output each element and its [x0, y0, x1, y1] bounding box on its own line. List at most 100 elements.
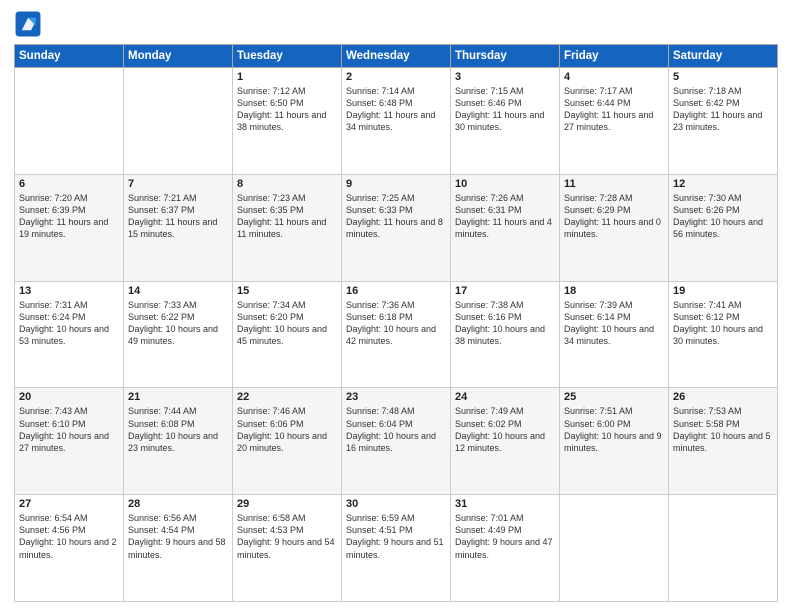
day-number: 25 — [564, 391, 664, 403]
day-number: 12 — [673, 178, 773, 190]
calendar-cell: 2 Sunrise: 7:14 AM Sunset: 6:48 PM Daylig… — [342, 68, 451, 175]
day-detail: Sunrise: 7:38 AM Sunset: 6:16 PM Dayligh… — [455, 299, 555, 348]
day-detail: Sunrise: 7:44 AM Sunset: 6:08 PM Dayligh… — [128, 405, 228, 454]
logo-icon — [14, 10, 42, 38]
day-of-week-header: Wednesday — [342, 45, 451, 68]
calendar-cell: 22 Sunrise: 7:46 AM Sunset: 6:06 PM Dayli… — [233, 388, 342, 495]
calendar-cell: 9 Sunrise: 7:25 AM Sunset: 6:33 PM Daylig… — [342, 174, 451, 281]
day-detail: Sunrise: 7:18 AM Sunset: 6:42 PM Dayligh… — [673, 85, 773, 134]
logo — [14, 10, 46, 38]
day-detail: Sunrise: 6:56 AM Sunset: 4:54 PM Dayligh… — [128, 512, 228, 561]
calendar-cell: 31 Sunrise: 7:01 AM Sunset: 4:49 PM Dayli… — [451, 495, 560, 602]
calendar-cell: 3 Sunrise: 7:15 AM Sunset: 6:46 PM Daylig… — [451, 68, 560, 175]
calendar-cell — [124, 68, 233, 175]
day-number: 20 — [19, 391, 119, 403]
calendar-cell: 18 Sunrise: 7:39 AM Sunset: 6:14 PM Dayli… — [560, 281, 669, 388]
day-detail: Sunrise: 7:36 AM Sunset: 6:18 PM Dayligh… — [346, 299, 446, 348]
calendar-cell: 11 Sunrise: 7:28 AM Sunset: 6:29 PM Dayli… — [560, 174, 669, 281]
calendar-cell: 7Sunrise: 7:21 AM Sunset: 6:37 PM Daylig… — [124, 174, 233, 281]
day-number: 18 — [564, 285, 664, 297]
day-number: 29 — [237, 498, 337, 510]
day-detail: Sunrise: 7:49 AM Sunset: 6:02 PM Dayligh… — [455, 405, 555, 454]
day-number: 28 — [128, 498, 228, 510]
day-number: 7 — [128, 178, 228, 190]
day-number: 22 — [237, 391, 337, 403]
calendar-cell: 24 Sunrise: 7:49 AM Sunset: 6:02 PM Dayli… — [451, 388, 560, 495]
calendar-table: SundayMondayTuesdayWednesdayThursdayFrid… — [14, 44, 778, 602]
day-detail: Sunrise: 7:33 AM Sunset: 6:22 PM Dayligh… — [128, 299, 228, 348]
day-detail: Sunrise: 7:48 AM Sunset: 6:04 PM Dayligh… — [346, 405, 446, 454]
day-detail: Sunrise: 7:39 AM Sunset: 6:14 PM Dayligh… — [564, 299, 664, 348]
day-number: 16 — [346, 285, 446, 297]
day-detail: Sunrise: 7:31 AM Sunset: 6:24 PM Dayligh… — [19, 299, 119, 348]
calendar-cell: 10 Sunrise: 7:26 AM Sunset: 6:31 PM Dayli… — [451, 174, 560, 281]
day-number: 4 — [564, 71, 664, 83]
day-detail: Sunrise: 7:20 AM Sunset: 6:39 PM Dayligh… — [19, 192, 119, 241]
day-number: 24 — [455, 391, 555, 403]
day-detail: Sunrise: 7:41 AM Sunset: 6:12 PM Dayligh… — [673, 299, 773, 348]
day-number: 23 — [346, 391, 446, 403]
calendar-cell: 19 Sunrise: 7:41 AM Sunset: 6:12 PM Dayli… — [669, 281, 778, 388]
day-of-week-header: Thursday — [451, 45, 560, 68]
day-number: 1 — [237, 71, 337, 83]
calendar-cell: 17 Sunrise: 7:38 AM Sunset: 6:16 PM Dayli… — [451, 281, 560, 388]
day-detail: Sunrise: 6:54 AM Sunset: 4:56 PM Dayligh… — [19, 512, 119, 561]
calendar-cell — [669, 495, 778, 602]
calendar-cell: 26 Sunrise: 7:53 AM Sunset: 5:58 PM Dayli… — [669, 388, 778, 495]
day-number: 8 — [237, 178, 337, 190]
day-detail: Sunrise: 7:01 AM Sunset: 4:49 PM Dayligh… — [455, 512, 555, 561]
day-number: 9 — [346, 178, 446, 190]
calendar-cell: 6Sunrise: 7:20 AM Sunset: 6:39 PM Daylig… — [15, 174, 124, 281]
day-number: 3 — [455, 71, 555, 83]
calendar-cell: 14 Sunrise: 7:33 AM Sunset: 6:22 PM Dayli… — [124, 281, 233, 388]
calendar-cell: 8 Sunrise: 7:23 AM Sunset: 6:35 PM Daylig… — [233, 174, 342, 281]
day-detail: Sunrise: 7:46 AM Sunset: 6:06 PM Dayligh… — [237, 405, 337, 454]
day-detail: Sunrise: 7:26 AM Sunset: 6:31 PM Dayligh… — [455, 192, 555, 241]
calendar-cell: 12 Sunrise: 7:30 AM Sunset: 6:26 PM Dayli… — [669, 174, 778, 281]
day-number: 21 — [128, 391, 228, 403]
calendar-cell: 28 Sunrise: 6:56 AM Sunset: 4:54 PM Dayli… — [124, 495, 233, 602]
day-detail: Sunrise: 7:14 AM Sunset: 6:48 PM Dayligh… — [346, 85, 446, 134]
calendar-cell: 4 Sunrise: 7:17 AM Sunset: 6:44 PM Daylig… — [560, 68, 669, 175]
day-number: 17 — [455, 285, 555, 297]
day-of-week-header: Saturday — [669, 45, 778, 68]
day-number: 14 — [128, 285, 228, 297]
day-number: 5 — [673, 71, 773, 83]
day-detail: Sunrise: 7:28 AM Sunset: 6:29 PM Dayligh… — [564, 192, 664, 241]
day-detail: Sunrise: 7:23 AM Sunset: 6:35 PM Dayligh… — [237, 192, 337, 241]
day-detail: Sunrise: 7:25 AM Sunset: 6:33 PM Dayligh… — [346, 192, 446, 241]
day-detail: Sunrise: 7:53 AM Sunset: 5:58 PM Dayligh… — [673, 405, 773, 454]
calendar-cell: 5 Sunrise: 7:18 AM Sunset: 6:42 PM Daylig… — [669, 68, 778, 175]
day-number: 15 — [237, 285, 337, 297]
calendar-cell: 30 Sunrise: 6:59 AM Sunset: 4:51 PM Dayli… — [342, 495, 451, 602]
calendar-cell: 29Sunrise: 6:58 AM Sunset: 4:53 PM Dayli… — [233, 495, 342, 602]
day-of-week-header: Monday — [124, 45, 233, 68]
day-of-week-header: Sunday — [15, 45, 124, 68]
day-number: 27 — [19, 498, 119, 510]
calendar-cell: 21 Sunrise: 7:44 AM Sunset: 6:08 PM Dayli… — [124, 388, 233, 495]
day-detail: Sunrise: 7:17 AM Sunset: 6:44 PM Dayligh… — [564, 85, 664, 134]
day-number: 2 — [346, 71, 446, 83]
day-number: 11 — [564, 178, 664, 190]
calendar-cell — [15, 68, 124, 175]
day-detail: Sunrise: 7:15 AM Sunset: 6:46 PM Dayligh… — [455, 85, 555, 134]
day-number: 10 — [455, 178, 555, 190]
day-detail: Sunrise: 7:43 AM Sunset: 6:10 PM Dayligh… — [19, 405, 119, 454]
header — [14, 10, 778, 38]
day-number: 31 — [455, 498, 555, 510]
day-of-week-header: Tuesday — [233, 45, 342, 68]
calendar-cell: 15Sunrise: 7:34 AM Sunset: 6:20 PM Dayli… — [233, 281, 342, 388]
calendar-cell: 27 Sunrise: 6:54 AM Sunset: 4:56 PM Dayli… — [15, 495, 124, 602]
day-number: 19 — [673, 285, 773, 297]
day-number: 30 — [346, 498, 446, 510]
calendar-cell: 20 Sunrise: 7:43 AM Sunset: 6:10 PM Dayli… — [15, 388, 124, 495]
day-of-week-header: Friday — [560, 45, 669, 68]
day-detail: Sunrise: 7:51 AM Sunset: 6:00 PM Dayligh… — [564, 405, 664, 454]
day-number: 13 — [19, 285, 119, 297]
day-detail: Sunrise: 7:30 AM Sunset: 6:26 PM Dayligh… — [673, 192, 773, 241]
day-number: 26 — [673, 391, 773, 403]
calendar-cell: 13 Sunrise: 7:31 AM Sunset: 6:24 PM Dayli… — [15, 281, 124, 388]
day-detail: Sunrise: 7:12 AM Sunset: 6:50 PM Dayligh… — [237, 85, 337, 134]
day-detail: Sunrise: 6:59 AM Sunset: 4:51 PM Dayligh… — [346, 512, 446, 561]
calendar-cell: 1 Sunrise: 7:12 AM Sunset: 6:50 PM Daylig… — [233, 68, 342, 175]
